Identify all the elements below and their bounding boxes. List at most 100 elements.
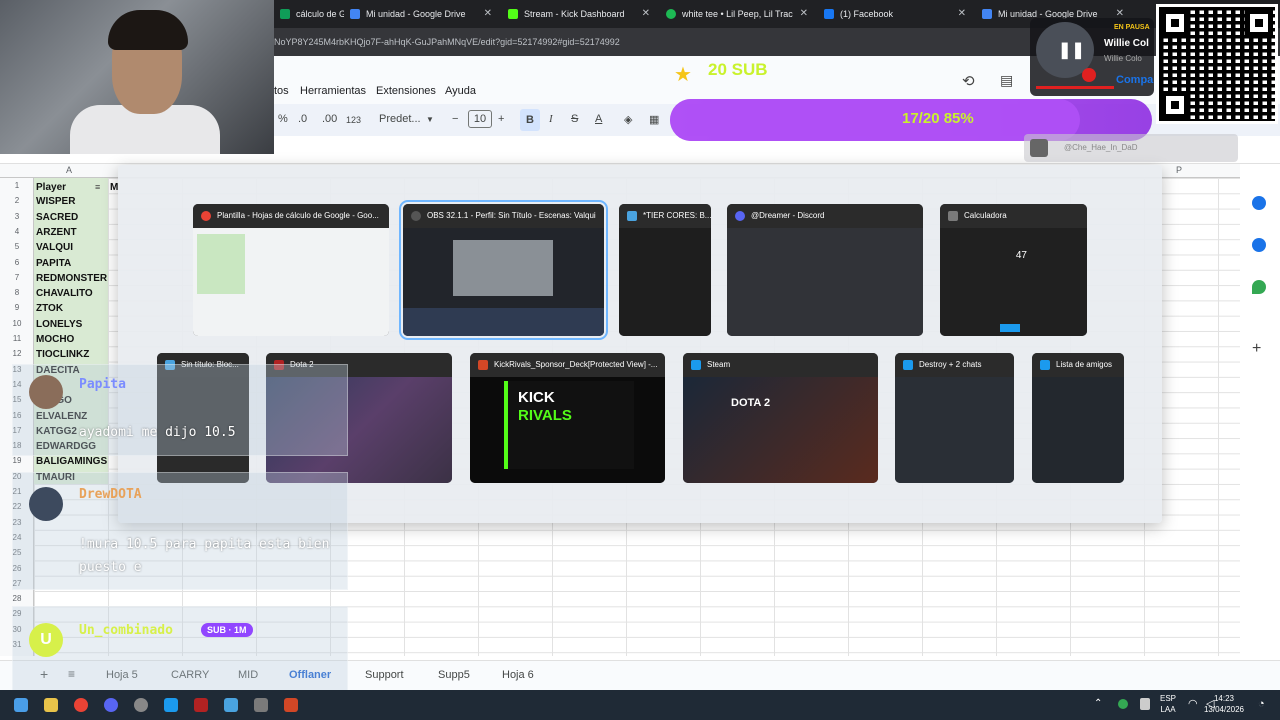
switcher-window-steam[interactable]: Steam DOTA 2: [683, 353, 878, 483]
sheet-tab-supp5[interactable]: Supp5: [438, 669, 470, 681]
notepad-icon[interactable]: [224, 698, 238, 712]
close-icon[interactable]: ✕: [484, 4, 492, 24]
row-number[interactable]: 9: [0, 303, 34, 312]
player-cell[interactable]: LONELYS: [36, 317, 82, 332]
row-number[interactable]: 8: [0, 288, 34, 297]
browser-tab-drive[interactable]: Mi unidad - Google Drive ✕: [344, 4, 496, 24]
strikethrough-button[interactable]: S: [571, 113, 578, 125]
row-number[interactable]: 12: [0, 349, 34, 358]
calculator-icon[interactable]: [254, 698, 268, 712]
switcher-window-powerpoint[interactable]: KickRivals_Sponsor_Deck[Protected View] …: [470, 353, 665, 483]
italic-button[interactable]: I: [549, 113, 553, 125]
switcher-window-calculator[interactable]: Calculadora 47: [940, 204, 1087, 336]
row-number[interactable]: 2: [0, 196, 34, 205]
font-size-decrease-button[interactable]: −: [452, 113, 458, 125]
player-cell[interactable]: MOCHO: [36, 332, 74, 347]
row-number[interactable]: 7: [0, 273, 34, 282]
chat-text: ayadomi me dijo 10.5: [79, 425, 236, 440]
menu-ayuda[interactable]: Ayuda: [445, 85, 476, 97]
increase-decimals-button[interactable]: .00: [322, 113, 337, 125]
player-header[interactable]: Player: [36, 180, 66, 195]
system-clock[interactable]: 14:23 13/04/2026: [1204, 693, 1244, 715]
row-number[interactable]: 10: [0, 319, 34, 328]
window-title: KickRivals_Sponsor_Deck[Protected View] …: [494, 360, 658, 369]
contacts-icon[interactable]: [1252, 238, 1266, 252]
obs-icon[interactable]: [134, 698, 148, 712]
row-number[interactable]: 11: [0, 334, 34, 343]
row-number[interactable]: 1: [0, 181, 34, 190]
decrease-decimals-button[interactable]: .0: [298, 113, 307, 125]
history-icon[interactable]: ⟲: [962, 72, 975, 90]
maps-icon[interactable]: [1252, 280, 1266, 294]
player-cell[interactable]: REDMONSTER: [36, 271, 107, 286]
row-number[interactable]: 5: [0, 242, 34, 251]
comments-icon[interactable]: ▤: [1000, 72, 1013, 89]
chevron-down-icon: ▼: [426, 115, 434, 124]
player-cell[interactable]: ZTOK: [36, 301, 63, 316]
player-cell[interactable]: WISPER: [36, 194, 75, 209]
browser-tab-sheets[interactable]: cálculo de G: [274, 4, 344, 24]
start-icon[interactable]: [14, 698, 28, 712]
steam-icon[interactable]: [164, 698, 178, 712]
notifications-icon[interactable]: ◔: [1258, 698, 1265, 710]
player-cell[interactable]: PAPITA: [36, 256, 71, 271]
add-addon-icon[interactable]: +: [1252, 340, 1261, 358]
column-p-header[interactable]: P: [1176, 165, 1182, 175]
row-number[interactable]: 6: [0, 258, 34, 267]
chrome-icon[interactable]: [74, 698, 88, 712]
player-cell[interactable]: TIOCLINKZ: [36, 347, 89, 362]
dota2-icon[interactable]: [194, 698, 208, 712]
switcher-window-discord[interactable]: @Dreamer - Discord: [727, 204, 923, 336]
switcher-window-tier-cores[interactable]: *TIER CORES: B...: [619, 204, 711, 336]
row-number[interactable]: 19: [0, 456, 34, 465]
browser-tab-kick[interactable]: Stream - Kick Dashboard ✕: [502, 4, 654, 24]
player-cell[interactable]: ARZENT: [36, 225, 77, 240]
more-formats-button[interactable]: 123: [346, 115, 361, 125]
player-cell[interactable]: VALQUI: [36, 240, 73, 255]
menu-format[interactable]: tos: [274, 85, 289, 97]
file-explorer-icon[interactable]: [44, 698, 58, 712]
font-size-increase-button[interactable]: +: [498, 113, 504, 125]
sheet-tab-hoja6[interactable]: Hoja 6: [502, 669, 534, 681]
filter-icon[interactable]: ≡: [95, 182, 100, 192]
chat-avatar: U: [29, 623, 63, 657]
menu-herramientas[interactable]: Herramientas: [300, 85, 366, 97]
row-number[interactable]: 28: [0, 594, 34, 603]
powerpoint-icon[interactable]: [284, 698, 298, 712]
font-size-input[interactable]: 10: [468, 110, 492, 128]
text-color-button[interactable]: A: [595, 113, 602, 125]
calendar-icon[interactable]: [1252, 196, 1266, 210]
discord-icon[interactable]: [104, 698, 118, 712]
tray-app-icon[interactable]: [1118, 699, 1128, 709]
browser-tab-spotify[interactable]: white tee • Lil Peep, Lil Trac ✕: [660, 4, 812, 24]
player-cell[interactable]: SACRED: [36, 210, 78, 225]
borders-icon[interactable]: ▦: [649, 113, 659, 126]
chevron-up-icon[interactable]: ⌃: [1094, 698, 1102, 709]
close-icon[interactable]: ✕: [800, 4, 808, 24]
switcher-window-obs[interactable]: OBS 32.1.1 - Perfil: Sin Título - Escena…: [399, 200, 608, 340]
share-button[interactable]: Compa: [1116, 74, 1153, 86]
browser-tab-facebook[interactable]: (1) Facebook ✕: [818, 4, 970, 24]
chat-message: DrewDOTA !mura 10.5 para papita esta bie…: [12, 472, 348, 590]
bold-button[interactable]: B: [520, 109, 540, 131]
window-thumbnail: [1032, 377, 1124, 483]
wifi-icon[interactable]: ◠: [1188, 697, 1198, 710]
row-number[interactable]: 4: [0, 227, 34, 236]
column-a-header[interactable]: A: [66, 165, 72, 175]
player-cell[interactable]: CHAVALITO: [36, 286, 93, 301]
row-number[interactable]: 3: [0, 212, 34, 221]
menu-extensiones[interactable]: Extensiones: [376, 85, 436, 97]
fill-color-icon[interactable]: ◈: [624, 113, 632, 126]
tray-app-icon-2[interactable]: [1140, 698, 1150, 710]
sheet-tab-support[interactable]: Support: [365, 669, 404, 681]
switcher-window-friends[interactable]: Lista de amigos: [1032, 353, 1124, 483]
language-indicator[interactable]: ESP LAA: [1160, 693, 1176, 715]
percent-format-button[interactable]: %: [278, 113, 288, 125]
record-icon: [1082, 68, 1096, 82]
player-cell[interactable]: BALIGAMINGS: [36, 454, 107, 469]
switcher-window-sheets[interactable]: Plantilla - Hojas de cálculo de Google -…: [193, 204, 389, 336]
font-select[interactable]: Predet...: [379, 113, 421, 125]
switcher-window-destroy-chats[interactable]: Destroy + 2 chats: [895, 353, 1014, 483]
close-icon[interactable]: ✕: [958, 4, 966, 24]
close-icon[interactable]: ✕: [642, 4, 650, 24]
